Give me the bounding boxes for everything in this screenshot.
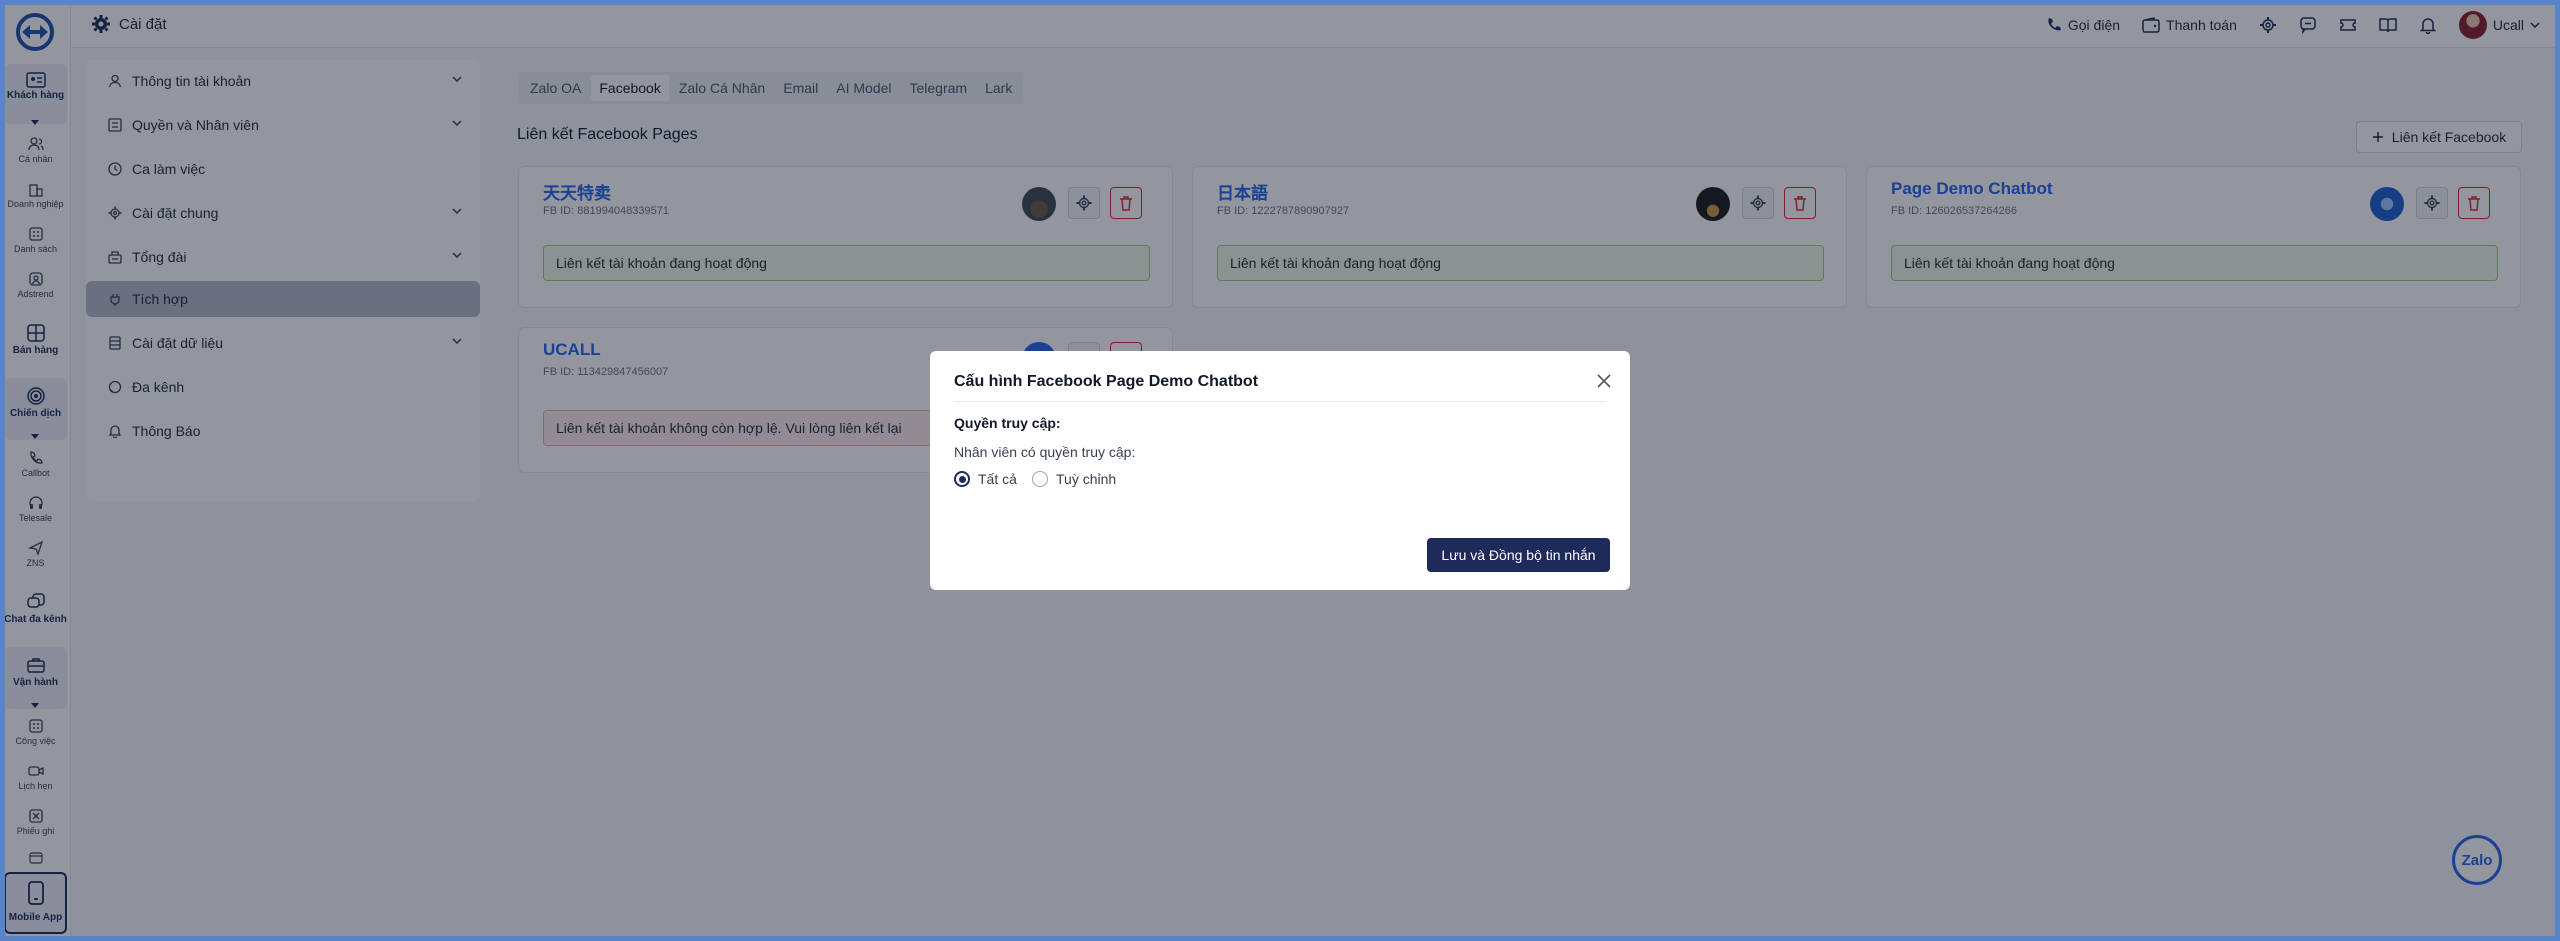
radio-custom[interactable]: Tuỳ chỉnh	[1032, 471, 1116, 487]
modal-title: Cấu hình Facebook Page Demo Chatbot	[954, 373, 1259, 390]
modal-divider	[954, 401, 1606, 402]
radio-all[interactable]: Tất cả	[954, 471, 1017, 487]
configure-page-modal: Cấu hình Facebook Page Demo Chatbot Quyề…	[930, 351, 1630, 590]
radio-button[interactable]	[1032, 471, 1048, 487]
radio-label: Tuỳ chỉnh	[1056, 471, 1117, 487]
access-heading: Quyền truy cập:	[954, 415, 1061, 431]
close-icon[interactable]	[1596, 373, 1612, 389]
radio-label: Tất cả	[978, 471, 1017, 487]
access-label: Nhân viên có quyền truy cập:	[954, 444, 1136, 460]
radio-button-selected[interactable]	[954, 471, 970, 487]
save-sync-button[interactable]: Lưu và Đồng bộ tin nhắn	[1427, 538, 1610, 572]
